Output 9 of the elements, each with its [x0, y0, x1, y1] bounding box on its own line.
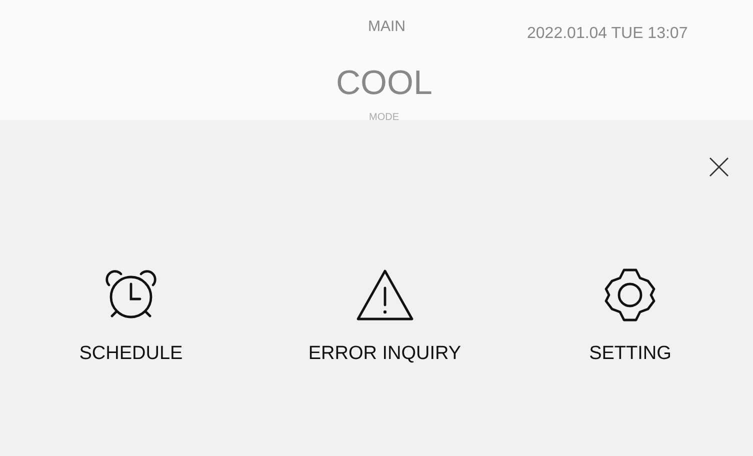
mode-value: COOL — [336, 64, 432, 103]
screen-title: MAIN — [368, 18, 406, 35]
menu-label[interactable]: SETTING — [589, 343, 672, 365]
warning-icon[interactable] — [354, 267, 415, 323]
menu-label[interactable]: SCHEDULE — [79, 343, 183, 365]
menu-label[interactable]: ERROR INQUIRY — [308, 343, 462, 365]
mode-label: MODE — [369, 112, 399, 120]
close-icon[interactable] — [709, 157, 729, 177]
date-time: 2022.01.04 TUE 13:07 — [527, 25, 688, 43]
